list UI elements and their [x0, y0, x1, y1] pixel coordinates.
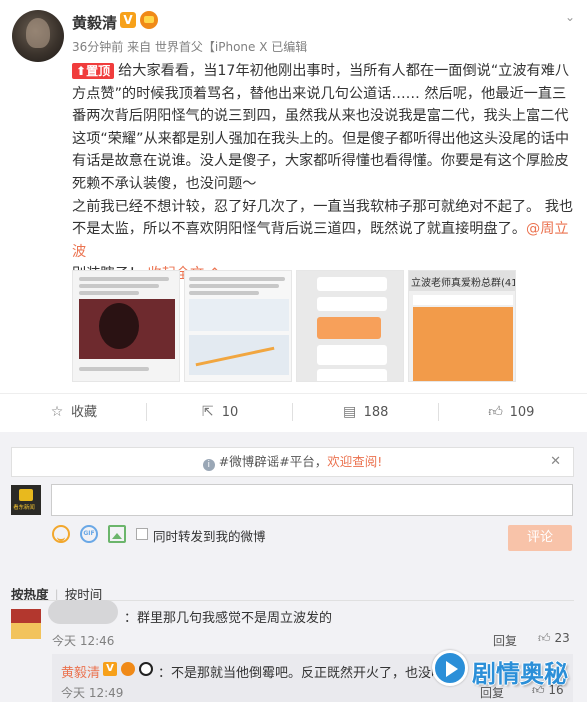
verified-badge-icon: V — [103, 662, 117, 676]
submit-comment-button[interactable]: 评论 — [508, 525, 572, 551]
info-icon: i — [202, 459, 215, 471]
comment-button[interactable]: ▤ 188 — [292, 394, 438, 430]
chevron-down-icon[interactable]: ⌄ — [565, 10, 575, 24]
post-body-p2: 之前我已经不想计较，忍了好几次了，一直当我软柿子那可就绝对不起了。 我也不是太监… — [72, 198, 574, 238]
current-user-avatar[interactable]: 看东新闻 — [11, 485, 41, 515]
star-icon: ☆ — [50, 404, 64, 420]
notice-link[interactable]: 欢迎查阅! — [327, 454, 382, 469]
blurred-commenter-name — [48, 600, 118, 624]
thumbnail-title: 立波老师真爱粉总群(41 — [411, 278, 516, 289]
post-body: ⬆置顶 给大家看看，当17年初他刚出事时，当所有人都在一面倒说“立波有难八方点赞”… — [72, 60, 577, 286]
image-upload-icon[interactable] — [108, 525, 126, 543]
image-thumbnail-3[interactable] — [296, 270, 404, 382]
watermark-logo: 剧情奥秘 — [432, 648, 584, 698]
comment-input[interactable] — [51, 484, 573, 516]
username[interactable]: 黄毅清 — [72, 12, 117, 33]
post-meta: 36分钟前 来自 世界首父【iPhone X 已编辑 — [72, 40, 308, 54]
like-button[interactable]: 👍︎ 109 — [438, 394, 584, 430]
reply-time: 今天 12:49 — [61, 686, 124, 700]
image-thumbnail-1[interactable] — [72, 270, 180, 382]
rumor-notice: i #微博辟谣#平台，欢迎查阅! ✕ — [11, 447, 574, 477]
image-grid: 立波老师真爱粉总群(41 — [72, 270, 518, 382]
member-crown-icon — [121, 662, 135, 676]
comment-text: ：群里那几句我感觉不是周立波发的 — [124, 611, 333, 626]
watermark-text: 剧情奥秘 — [472, 660, 568, 688]
close-icon[interactable]: ✕ — [550, 448, 561, 476]
verified-badge-icon: V — [120, 12, 136, 28]
comment-icon: ▤ — [342, 404, 357, 420]
member-crown-icon — [140, 11, 158, 29]
comment-time: 今天 12:46 — [52, 634, 115, 648]
reply-author[interactable]: 黄毅清 — [61, 662, 100, 681]
thumbs-up-icon: 👍︎ — [538, 631, 551, 645]
repost-checkbox-label: 同时转发到我的微博 — [153, 529, 266, 544]
image-thumbnail-4[interactable]: 立波老师真爱粉总群(41 — [408, 270, 516, 382]
image-thumbnail-2[interactable] — [184, 270, 292, 382]
gif-icon[interactable]: GIF — [80, 525, 98, 543]
pinned-tag: ⬆置顶 — [72, 63, 115, 79]
repost-button[interactable]: ⇱ 10 — [146, 394, 292, 430]
emoji-icon[interactable] — [52, 525, 70, 543]
panda-badge-icon — [139, 662, 153, 676]
play-icon — [432, 650, 468, 686]
comment-reply-button[interactable]: 回复 — [493, 632, 517, 649]
action-bar: ☆ 收藏 ⇱ 10 ▤ 188 👍︎ 109 — [0, 393, 587, 429]
favorite-button[interactable]: ☆ 收藏 — [0, 394, 146, 430]
commenter-avatar[interactable] — [11, 609, 41, 639]
post-body-p1: 给大家看看，当17年初他刚出事时，当所有人都在一面倒说“立波有难八方点赞”的时候… — [72, 63, 570, 192]
reply-text: ：不是那就当他倒霉吧。反正既然开火了，也没啥好 — [158, 666, 458, 681]
thumbs-up-icon: 👍︎ — [488, 404, 503, 420]
repost-checkbox[interactable] — [136, 528, 148, 540]
user-avatar[interactable] — [12, 10, 64, 62]
repost-icon: ⇱ — [201, 404, 214, 420]
comment-like-button[interactable]: 👍︎ 23 — [538, 631, 570, 646]
